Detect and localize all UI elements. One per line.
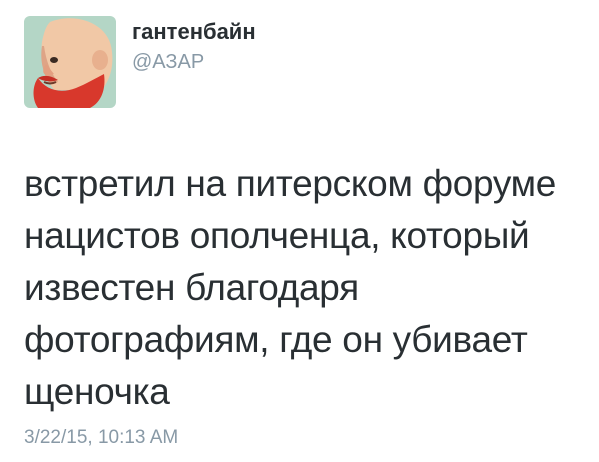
tweet-text: встретил на питерском форуме нацистов оп… [24,158,584,418]
tweet-card: гантенбайн @АЗАР встретил на питерском ф… [0,0,599,462]
tweet-text-line: известен благодаря [24,267,359,308]
display-name[interactable]: гантенбайн [132,18,256,46]
tweet-text-line: фотографиям, где он убивает [24,319,528,360]
avatar[interactable] [24,16,116,108]
tweet-text-line: встретил на питерском форуме [24,163,557,204]
red-bearded-man-avatar-icon [24,16,116,108]
tweet-text-line: нацистов ополченца, который [24,215,530,256]
user-handle[interactable]: @АЗАР [132,50,204,74]
tweet-text-line: щеночка [24,371,170,412]
tweet-timestamp[interactable]: 3/22/15, 10:13 AM [24,426,178,450]
